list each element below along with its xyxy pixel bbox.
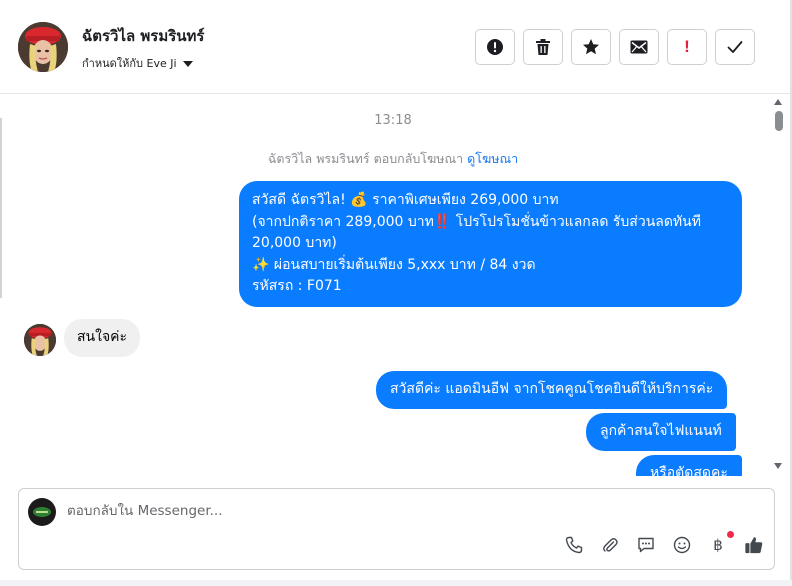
- like-button[interactable]: [744, 535, 764, 555]
- outgoing-message[interactable]: ลูกค้าสนใจไฟแนนท์: [586, 413, 736, 451]
- view-ad-link[interactable]: ดูโฆษณา: [467, 151, 518, 166]
- scrollbar-thumb[interactable]: [775, 111, 783, 131]
- contact-name[interactable]: ฉัตรวิไล พรมรินทร์: [82, 24, 204, 48]
- reply-input[interactable]: [67, 503, 567, 519]
- exclamation-icon: !: [684, 37, 690, 56]
- call-button[interactable]: [564, 535, 584, 555]
- chat-icon: [638, 537, 654, 553]
- conversation-window: ฉัตรวิไล พรมรินทร์ กำหนดให้กับ Eve Ji ! …: [0, 0, 792, 586]
- assign-dropdown[interactable]: กำหนดให้กับ Eve Ji: [82, 54, 193, 72]
- scroll-down-arrow-icon[interactable]: [774, 463, 782, 469]
- page-avatar: [28, 498, 56, 526]
- composer-tools: ฿: [564, 531, 764, 555]
- message-line: 20,000 บาท): [252, 235, 337, 251]
- mark-done-button[interactable]: [715, 29, 755, 65]
- report-button[interactable]: [475, 29, 515, 65]
- paperclip-icon: [603, 538, 618, 552]
- check-icon: [727, 41, 743, 53]
- star-icon: [583, 39, 599, 55]
- page-logo-icon: [33, 507, 51, 517]
- conversation-header: ฉัตรวิไล พรมรินทร์ กำหนดให้กับ Eve Ji !: [0, 0, 790, 94]
- message-line: (จากปกติราคา 289,000 บาท‼️ โปรโปรโมชั่นข…: [252, 213, 701, 230]
- delete-button[interactable]: [523, 29, 563, 65]
- message-timestamp: 13:18: [374, 113, 412, 128]
- message-line: รหัสรถ : F071: [252, 278, 342, 294]
- emoji-button[interactable]: [672, 535, 692, 555]
- scroll-up-arrow-icon[interactable]: [774, 99, 782, 105]
- report-icon: [487, 39, 503, 55]
- emoji-icon: [673, 536, 691, 554]
- bottom-strip: [0, 580, 792, 586]
- ad-reply-note: ฉัตรวิไล พรมรินทร์ ตอบกลับโฆษณา ดูโฆษณา: [0, 149, 786, 169]
- outgoing-message[interactable]: สวัสดีค่ะ แอดมินอีฟ จากโชคคูณโชคยินดีให้…: [376, 371, 728, 409]
- message-line: สวัสดี ฉัตรวิไล! 💰 ราคาพิเศษเพียง 269,00…: [252, 192, 559, 208]
- mail-icon: [630, 40, 648, 54]
- saved-replies-button[interactable]: [636, 535, 656, 555]
- contact-avatar[interactable]: [18, 22, 68, 72]
- message-thread[interactable]: 13:18 ฉัตรวิไล พรมรินทร์ ตอบกลับโฆษณา ดู…: [0, 95, 790, 476]
- message-composer: ฿: [18, 488, 775, 570]
- mark-unread-button[interactable]: [619, 29, 659, 65]
- outgoing-message[interactable]: สวัสดี ฉัตรวิไล! 💰 ราคาพิเศษเพียง 269,00…: [239, 181, 742, 307]
- outgoing-message[interactable]: หรือตัดสดคะ: [636, 455, 742, 476]
- message-line: ✨ ผ่อนสบายเริ่มต้นเพียง 5,xxx บาท / 84 ง…: [252, 256, 536, 273]
- attach-button[interactable]: [600, 535, 620, 555]
- chevron-down-icon[interactable]: [182, 60, 193, 67]
- notification-dot: [727, 531, 734, 538]
- payment-button[interactable]: ฿: [708, 531, 734, 555]
- trash-icon: [536, 39, 550, 55]
- priority-button[interactable]: !: [667, 29, 707, 65]
- ad-reply-text: ฉัตรวิไล พรมรินทร์ ตอบกลับโฆษณา: [267, 151, 464, 166]
- avatar-photo-icon: [24, 324, 56, 356]
- header-actions: !: [475, 29, 755, 65]
- thumbs-up-icon: [745, 537, 763, 554]
- avatar-photo-icon: [18, 22, 68, 72]
- phone-icon: [565, 536, 583, 554]
- baht-icon: ฿: [713, 536, 723, 554]
- left-edge-bar: [0, 118, 2, 298]
- incoming-message[interactable]: สนใจค่ะ: [64, 319, 141, 357]
- star-button[interactable]: [571, 29, 611, 65]
- contact-avatar-small[interactable]: [24, 324, 56, 356]
- assign-label: กำหนดให้กับ Eve Ji: [82, 57, 177, 70]
